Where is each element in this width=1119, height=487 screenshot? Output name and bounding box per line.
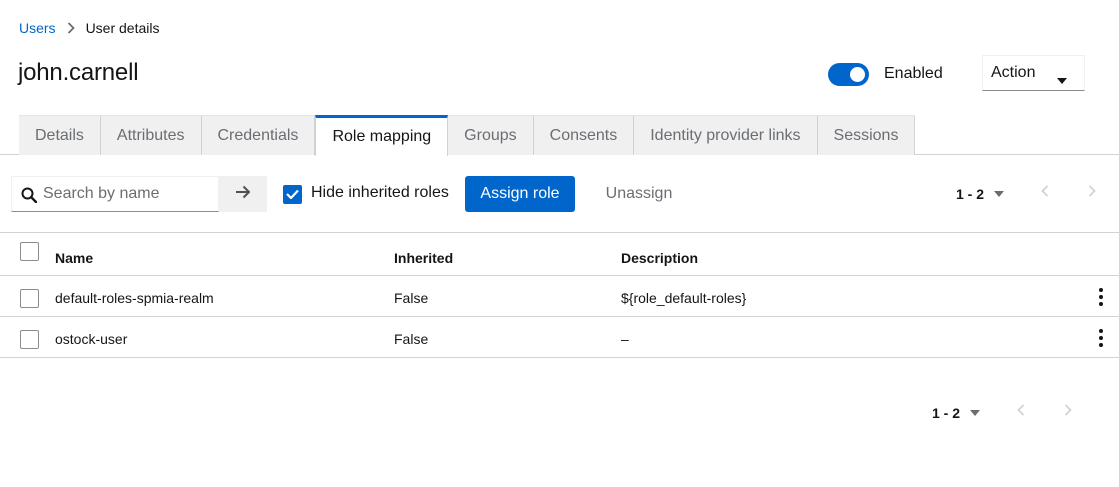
role-description: – — [621, 331, 629, 347]
tab-groups[interactable]: Groups — [448, 115, 534, 155]
column-header-description: Description — [621, 250, 699, 266]
action-dropdown-label: Action — [991, 64, 1036, 81]
row-checkbox[interactable] — [20, 289, 39, 308]
role-name: default-roles-spmia-realm — [55, 290, 214, 306]
previous-page-button-top[interactable] — [1035, 183, 1055, 203]
column-header-name[interactable]: Name — [55, 250, 93, 266]
select-all-checkbox[interactable] — [20, 242, 39, 261]
role-name: ostock-user — [55, 331, 128, 347]
enabled-toggle[interactable] — [828, 63, 869, 86]
row-checkbox[interactable] — [20, 330, 39, 349]
next-page-button-top[interactable] — [1082, 183, 1102, 203]
unassign-button[interactable]: Unassign — [590, 176, 688, 212]
arrow-right-icon — [235, 185, 251, 204]
action-dropdown[interactable]: Action — [982, 55, 1085, 91]
hide-inherited-checkbox[interactable] — [283, 185, 302, 204]
tab-identity-provider-links[interactable]: Identity provider links — [634, 115, 818, 155]
breadcrumb-users-link[interactable]: Users — [19, 20, 56, 36]
chevron-right-icon — [1088, 184, 1096, 202]
tab-attributes[interactable]: Attributes — [100, 115, 202, 155]
chevron-right-icon — [67, 22, 75, 34]
breadcrumb-current: User details — [85, 20, 160, 36]
search-submit-button[interactable] — [219, 176, 267, 212]
table-top-border — [0, 232, 1119, 233]
hide-inherited-label: Hide inherited roles — [311, 184, 449, 201]
search-icon — [21, 187, 38, 208]
caret-down-icon — [1057, 71, 1067, 89]
tab-credentials[interactable]: Credentials — [201, 115, 316, 155]
pagination-toggle-bottom[interactable]: 1 - 2 — [932, 405, 981, 421]
check-icon — [286, 186, 299, 204]
caret-down-icon — [994, 191, 1005, 197]
table-header-border — [0, 275, 1119, 276]
tab-consents[interactable]: Consents — [533, 115, 635, 155]
assign-role-button[interactable]: Assign role — [465, 176, 575, 212]
caret-down-icon — [970, 410, 981, 416]
search-input[interactable] — [43, 177, 218, 211]
chevron-left-icon — [1041, 184, 1049, 202]
next-page-button-bottom[interactable] — [1058, 402, 1078, 422]
role-inherited: False — [394, 290, 429, 306]
row-actions-kebab-icon[interactable] — [1097, 329, 1105, 347]
tab-role-mapping[interactable]: Role mapping — [315, 115, 449, 156]
tab-sessions[interactable]: Sessions — [817, 115, 916, 155]
chevron-right-icon — [1064, 403, 1072, 421]
enabled-label: Enabled — [884, 65, 943, 82]
tab-details[interactable]: Details — [19, 115, 101, 155]
pagination-toggle-top[interactable]: 1 - 2 — [956, 186, 1005, 202]
breadcrumb: Users User details — [19, 19, 159, 37]
tab-bar: Details Attributes Credentials Role mapp… — [19, 115, 916, 156]
previous-page-button-bottom[interactable] — [1011, 402, 1031, 422]
row-actions-kebab-icon[interactable] — [1097, 288, 1105, 306]
role-description: ${role_default-roles} — [621, 290, 747, 306]
chevron-left-icon — [1017, 403, 1025, 421]
column-header-inherited: Inherited — [394, 250, 454, 266]
pagination-count: 1 - 2 — [956, 186, 985, 202]
search-box — [11, 176, 219, 212]
role-inherited: False — [394, 331, 429, 347]
toggle-knob — [850, 67, 865, 82]
pagination-count: 1 - 2 — [932, 405, 961, 421]
row-divider — [0, 316, 1119, 317]
page-title: john.carnell — [18, 59, 139, 86]
table-bottom-border — [0, 357, 1119, 358]
